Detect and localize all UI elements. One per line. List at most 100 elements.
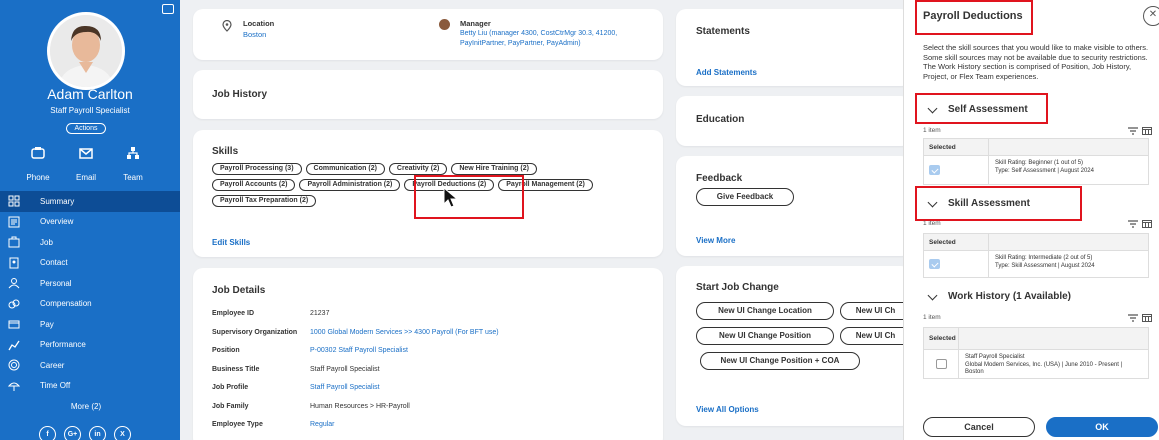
- company-dates: Global Modern Services, Inc. (USA) | Jun…: [965, 361, 1123, 368]
- job-detail-row: Employee Type Regular: [212, 421, 335, 428]
- add-statements-link[interactable]: Add Statements: [696, 68, 757, 77]
- columns-icon[interactable]: [1142, 220, 1152, 228]
- view-more-link[interactable]: View More: [696, 236, 735, 245]
- sidebar-item-label: Personal: [40, 278, 72, 288]
- location-value[interactable]: Boston: [243, 30, 266, 39]
- section-title: Work History (1 Available): [948, 291, 1071, 302]
- sidebar-item-pay[interactable]: Pay: [0, 314, 180, 335]
- self-assessment-header[interactable]: Self Assessment: [927, 103, 1028, 115]
- change-position-coa-button[interactable]: New UI Change Position + COA: [700, 352, 860, 370]
- table-tools: [1128, 127, 1152, 135]
- job-detail-row: Supervisory Organization 1000 Global Mode…: [212, 329, 499, 336]
- performance-icon: [8, 340, 20, 351]
- sidebar-item-label: Compensation: [40, 299, 92, 309]
- sidebar-item-summary[interactable]: Summary: [0, 191, 180, 212]
- skill-rating: Skill Rating: Intermediate (2 out of 5): [995, 255, 1093, 261]
- skill-pill[interactable]: New Hire Training (2): [451, 163, 537, 175]
- give-feedback-button[interactable]: Give Feedback: [696, 188, 794, 206]
- career-icon: [8, 359, 20, 371]
- facebook-icon[interactable]: f: [39, 426, 56, 440]
- columns-icon[interactable]: [1142, 314, 1152, 322]
- location-pin-icon: [222, 20, 232, 32]
- edit-skills-link[interactable]: Edit Skills: [212, 238, 250, 247]
- x-icon[interactable]: X: [114, 426, 131, 440]
- change-location-button[interactable]: New UI Change Location: [696, 302, 834, 320]
- skill-pill[interactable]: Creativity (2): [388, 163, 448, 175]
- job-detail-row: Employee ID 21237: [212, 310, 329, 317]
- change-button-truncated[interactable]: New UI Ch: [840, 302, 910, 320]
- work-history-header[interactable]: Work History (1 Available): [927, 290, 1071, 302]
- manager-value-roles[interactable]: PayInitPartner, PayPartner, PayAdmin): [460, 40, 581, 47]
- work-location: Boston: [965, 369, 984, 375]
- filter-icon[interactable]: [1128, 314, 1138, 322]
- table-tools: [1128, 220, 1152, 228]
- sidebar-item-job[interactable]: Job: [0, 232, 180, 253]
- sidebar-nav: Summary Overview Job Contact Personal Co…: [0, 191, 180, 396]
- selected-checkbox[interactable]: [929, 165, 940, 175]
- filter-icon[interactable]: [1128, 127, 1138, 135]
- linkedin-icon[interactable]: in: [89, 426, 106, 440]
- sidebar-item-label: Pay: [40, 319, 54, 329]
- job-detail-row: Business Title Staff Payroll Specialist: [212, 366, 380, 373]
- sidebar-item-compensation[interactable]: Compensation: [0, 294, 180, 315]
- selected-column-header: Selected: [924, 139, 989, 155]
- skill-pill[interactable]: Payroll Tax Preparation (2): [212, 195, 317, 207]
- close-icon[interactable]: ✕: [1143, 6, 1159, 26]
- skill-rating: Skill Rating: Beginner (1 out of 5): [995, 160, 1084, 166]
- job-detail-value[interactable]: P-00302 Staff Payroll Specialist: [310, 347, 408, 354]
- selected-checkbox[interactable]: [935, 359, 947, 369]
- job-detail-value[interactable]: Regular: [310, 421, 335, 428]
- manager-label: Manager: [460, 19, 491, 28]
- email-icon: [79, 148, 93, 159]
- job-detail-row: Job Profile Staff Payroll Specialist: [212, 384, 380, 391]
- change-position-button[interactable]: New UI Change Position: [696, 327, 834, 345]
- job-detail-label: Business Title: [212, 365, 260, 373]
- skill-assessment-header[interactable]: Skill Assessment: [927, 197, 1030, 209]
- sidebar-item-label: Career: [40, 360, 65, 370]
- job-change-title: Start Job Change: [696, 282, 779, 293]
- sidebar-item-performance[interactable]: Performance: [0, 335, 180, 356]
- section-title: Skill Assessment: [948, 198, 1030, 209]
- columns-icon[interactable]: [1142, 127, 1152, 135]
- pay-icon: [8, 320, 20, 329]
- skill-pill[interactable]: Payroll Administration (2): [299, 179, 401, 191]
- job-details-title: Job Details: [212, 285, 266, 296]
- collapse-sidebar-icon[interactable]: [162, 4, 174, 14]
- ok-button[interactable]: OK: [1046, 417, 1158, 437]
- change-button-truncated[interactable]: New UI Ch: [840, 327, 910, 345]
- sidebar-item-overview[interactable]: Overview: [0, 212, 180, 233]
- cancel-button[interactable]: Cancel: [923, 417, 1035, 437]
- filter-icon[interactable]: [1128, 220, 1138, 228]
- table-tools: [1128, 314, 1152, 322]
- sidebar-item-career[interactable]: Career: [0, 355, 180, 376]
- sidebar-item-contact[interactable]: Contact: [0, 253, 180, 274]
- chevron-down-icon: [927, 103, 938, 113]
- compensation-icon: [8, 299, 20, 309]
- team-button[interactable]: Team: [113, 146, 153, 182]
- view-all-options-link[interactable]: View All Options: [696, 405, 759, 414]
- skill-pill[interactable]: Payroll Processing (3): [212, 163, 302, 175]
- job-detail-value[interactable]: 1000 Global Modern Services >> 4300 Payr…: [310, 329, 499, 336]
- chevron-down-icon: [927, 290, 938, 300]
- sidebar-item-time-off[interactable]: Time Off: [0, 376, 180, 397]
- job-detail-label: Job Profile: [212, 384, 249, 391]
- skill-pill[interactable]: Communication (2): [305, 163, 385, 175]
- skill-pill[interactable]: Payroll Accounts (2): [212, 179, 296, 191]
- selected-checkbox[interactable]: [929, 259, 940, 269]
- job-detail-label: Supervisory Organization: [212, 328, 298, 336]
- avatar: [47, 12, 125, 90]
- panel-description: Select the skill sources that you would …: [923, 43, 1149, 81]
- email-button[interactable]: Email: [66, 146, 106, 182]
- manager-value[interactable]: Betty Liu (manager 4300, CostCtrMgr 30.3…: [460, 30, 617, 37]
- more-nav-button[interactable]: More (2): [0, 402, 172, 411]
- job-detail-row: Job Family Human Resources > HR-Payroll: [212, 403, 410, 410]
- job-detail-value[interactable]: Staff Payroll Specialist: [310, 384, 380, 391]
- time-off-icon: [8, 382, 20, 391]
- phone-icon: [31, 147, 45, 159]
- google-plus-icon[interactable]: G+: [64, 426, 81, 440]
- phone-button[interactable]: Phone: [18, 146, 58, 182]
- skills-row-3: Payroll Tax Preparation (2): [212, 195, 320, 207]
- actions-button[interactable]: Actions: [66, 123, 106, 134]
- sidebar-item-personal[interactable]: Personal: [0, 273, 180, 294]
- job-detail-row: Position P-00302 Staff Payroll Specialist: [212, 347, 408, 354]
